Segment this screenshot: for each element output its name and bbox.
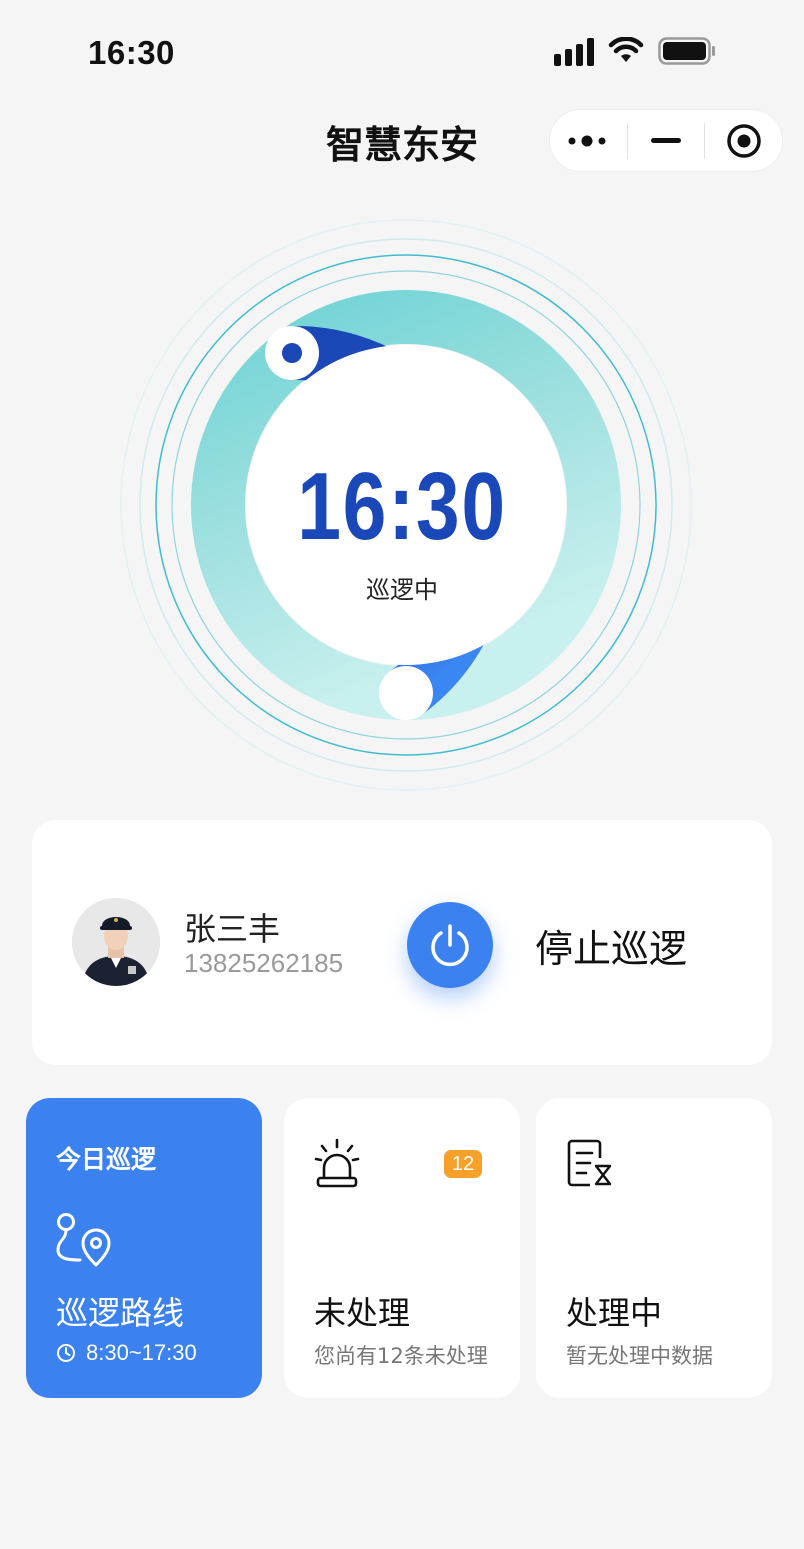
processing-card[interactable]: 处理中 暂无处理中数据 bbox=[536, 1098, 772, 1398]
unprocessed-title: 未处理 bbox=[314, 1294, 411, 1332]
today-patrol-card[interactable]: 今日巡逻 巡逻路线 8:30~17:30 bbox=[26, 1098, 262, 1398]
power-icon bbox=[431, 924, 469, 967]
patrol-dial: 16:30 巡逻中 bbox=[0, 0, 804, 820]
processing-subtitle: 暂无处理中数据 bbox=[566, 1344, 713, 1368]
unprocessed-card[interactable]: 12 未处理 您尚有12条未处理 bbox=[284, 1098, 520, 1398]
user-card: 张三丰 13825262185 停止巡逻 bbox=[32, 820, 772, 1065]
patrol-route-title: 巡逻路线 bbox=[56, 1294, 185, 1332]
user-name: 张三丰 bbox=[184, 910, 281, 948]
alarm-icon bbox=[314, 1138, 360, 1194]
stop-patrol-label[interactable]: 停止巡逻 bbox=[535, 918, 687, 973]
avatar bbox=[72, 898, 160, 986]
route-icon bbox=[56, 1210, 112, 1272]
unprocessed-subtitle: 您尚有12条未处理 bbox=[314, 1344, 488, 1368]
patrol-time-range: 8:30~17:30 bbox=[56, 1340, 197, 1366]
time-range-text: 8:30~17:30 bbox=[86, 1340, 197, 1365]
clock-icon bbox=[57, 1344, 75, 1362]
user-phone: 13825262185 bbox=[184, 948, 344, 978]
document-hourglass-icon bbox=[566, 1138, 614, 1192]
today-patrol-kicker: 今日巡逻 bbox=[56, 1145, 157, 1174]
patrol-status-label: 巡逻中 bbox=[366, 576, 438, 604]
dial-time: 16:30 bbox=[297, 453, 507, 560]
stop-patrol-button[interactable] bbox=[407, 902, 493, 988]
processing-title: 处理中 bbox=[566, 1294, 663, 1332]
unprocessed-count-badge: 12 bbox=[444, 1150, 482, 1178]
